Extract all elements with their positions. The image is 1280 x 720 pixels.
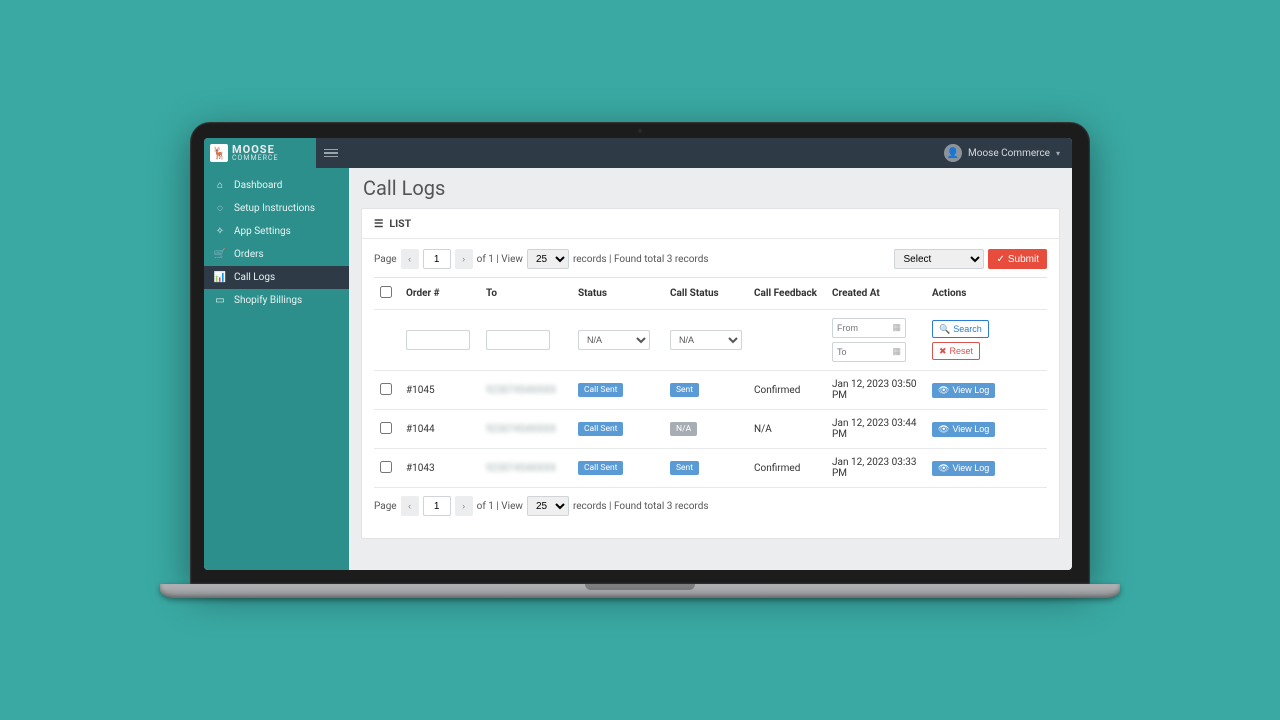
col-status: Status bbox=[572, 278, 664, 310]
status-badge: Call Sent bbox=[578, 383, 623, 397]
sidebar-icon: ✧ bbox=[214, 226, 226, 237]
sidebar-item-dashboard[interactable]: ⌂ Dashboard bbox=[204, 174, 349, 197]
pagination-top: Page ‹ › of 1 | View 25 records | Found … bbox=[374, 249, 1047, 269]
sidebar-item-call-logs[interactable]: 📊 Call Logs bbox=[204, 266, 349, 289]
table-row: #104392307454XXXX Call Sent Sent ConfirmedJ… bbox=[374, 449, 1047, 488]
records-text: records | Found total 3 records bbox=[573, 501, 709, 512]
per-page-select[interactable]: 25 bbox=[527, 496, 569, 516]
cell-to: 92307454XXXX bbox=[480, 449, 572, 488]
filter-order-input[interactable] bbox=[406, 330, 470, 350]
sidebar-icon: ▭ bbox=[214, 295, 226, 306]
cell-created: Jan 12, 2023 03:44 PM bbox=[826, 410, 926, 449]
cell-to: 92307454XXXX bbox=[480, 410, 572, 449]
page-input[interactable] bbox=[423, 249, 451, 269]
page-of-text: of 1 | View bbox=[477, 254, 523, 265]
records-text: records | Found total 3 records bbox=[573, 254, 709, 265]
search-icon: 🔍 bbox=[939, 324, 950, 335]
col-actions: Actions bbox=[926, 278, 1047, 310]
sidebar-icon: 🛒 bbox=[214, 249, 226, 260]
status-badge: Call Sent bbox=[578, 422, 623, 436]
per-page-select[interactable]: 25 bbox=[527, 249, 569, 269]
col-order: Order # bbox=[400, 278, 480, 310]
col-call-status: Call Status bbox=[664, 278, 748, 310]
view-log-button[interactable]: 👁View Log bbox=[932, 461, 995, 476]
sidebar-toggle-button[interactable] bbox=[324, 149, 338, 158]
cell-feedback: Confirmed bbox=[748, 449, 826, 488]
eye-icon: 👁 bbox=[938, 424, 949, 435]
cell-order: #1045 bbox=[400, 371, 480, 410]
select-all-checkbox[interactable] bbox=[380, 286, 392, 298]
pagination-bottom: Page ‹ › of 1 | View 25 records | Found … bbox=[374, 496, 1047, 516]
view-log-button[interactable]: 👁View Log bbox=[932, 383, 995, 398]
next-page-button[interactable]: › bbox=[455, 496, 473, 516]
list-icon: ☰ bbox=[374, 217, 383, 230]
sidebar-icon: ◌ bbox=[214, 203, 226, 214]
col-created-at: Created At bbox=[826, 278, 926, 310]
sidebar-icon: 📊 bbox=[214, 272, 226, 283]
page-title: Call Logs bbox=[349, 168, 1072, 208]
filter-to-input[interactable] bbox=[486, 330, 550, 350]
filter-call-status-select[interactable]: N/A bbox=[670, 330, 742, 350]
sidebar-item-label: Shopify Billings bbox=[234, 295, 302, 306]
bulk-submit-button[interactable]: ✓ Submit bbox=[988, 249, 1047, 269]
bulk-action-select[interactable]: Select bbox=[894, 249, 984, 269]
check-icon: ✓ bbox=[996, 254, 1004, 265]
brand-logo: 🦌 MOOSE COMMERCE bbox=[204, 138, 316, 168]
panel-header: ☰ LIST bbox=[362, 209, 1059, 239]
sidebar: ⌂ Dashboard ◌ Setup Instructions ✧ App Settin… bbox=[204, 168, 349, 570]
page-of-text: of 1 | View bbox=[477, 501, 523, 512]
col-to: To bbox=[480, 278, 572, 310]
chevron-down-icon: ▾ bbox=[1056, 149, 1060, 158]
filter-date-from-input[interactable] bbox=[832, 318, 906, 338]
page-label: Page bbox=[374, 254, 397, 265]
user-name: Moose Commerce bbox=[968, 148, 1050, 159]
cell-to: 92307454XXXX bbox=[480, 371, 572, 410]
reset-button[interactable]: ✖ Reset bbox=[932, 342, 980, 360]
sidebar-item-label: Setup Instructions bbox=[234, 203, 315, 214]
sidebar-item-app-settings[interactable]: ✧ App Settings bbox=[204, 220, 349, 243]
sidebar-item-shopify-billings[interactable]: ▭ Shopify Billings bbox=[204, 289, 349, 312]
prev-page-button[interactable]: ‹ bbox=[401, 249, 419, 269]
sidebar-item-orders[interactable]: 🛒 Orders bbox=[204, 243, 349, 266]
prev-page-button[interactable]: ‹ bbox=[401, 496, 419, 516]
col-call-feedback: Call Feedback bbox=[748, 278, 826, 310]
sidebar-item-label: App Settings bbox=[234, 226, 291, 237]
moose-icon: 🦌 bbox=[210, 144, 228, 162]
cell-order: #1043 bbox=[400, 449, 480, 488]
search-button[interactable]: 🔍 Search bbox=[932, 320, 989, 338]
view-log-button[interactable]: 👁View Log bbox=[932, 422, 995, 437]
cell-feedback: N/A bbox=[748, 410, 826, 449]
status-badge: Call Sent bbox=[578, 461, 623, 475]
close-icon: ✖ bbox=[939, 346, 947, 357]
table-row: #104492307454XXXXCall SentN/AN/AJan 12, … bbox=[374, 410, 1047, 449]
call-status-badge: N/A bbox=[670, 422, 697, 436]
page-label: Page bbox=[374, 501, 397, 512]
sidebar-item-label: Orders bbox=[234, 249, 264, 260]
eye-icon: 👁 bbox=[938, 463, 949, 474]
page-input[interactable] bbox=[423, 496, 451, 516]
sidebar-item-label: Dashboard bbox=[234, 180, 282, 191]
user-menu[interactable]: 👤 Moose Commerce ▾ bbox=[944, 144, 1060, 162]
sidebar-item-label: Call Logs bbox=[234, 272, 275, 283]
call-status-badge: Sent bbox=[670, 383, 699, 397]
sidebar-item-setup-instructions[interactable]: ◌ Setup Instructions bbox=[204, 197, 349, 220]
panel-title: LIST bbox=[389, 217, 411, 230]
row-checkbox[interactable] bbox=[380, 383, 392, 395]
table-row: #104592307454XXXX Call Sent Sent ConfirmedJ… bbox=[374, 371, 1047, 410]
cell-created: Jan 12, 2023 03:33 PM bbox=[826, 449, 926, 488]
user-avatar-icon: 👤 bbox=[944, 144, 962, 162]
row-checkbox[interactable] bbox=[380, 422, 392, 434]
cell-order: #1044 bbox=[400, 410, 480, 449]
filter-status-select[interactable]: N/A bbox=[578, 330, 650, 350]
cell-created: Jan 12, 2023 03:50 PM bbox=[826, 371, 926, 410]
row-checkbox[interactable] bbox=[380, 461, 392, 473]
sidebar-icon: ⌂ bbox=[214, 180, 226, 191]
eye-icon: 👁 bbox=[938, 385, 949, 396]
cell-feedback: Confirmed bbox=[748, 371, 826, 410]
next-page-button[interactable]: › bbox=[455, 249, 473, 269]
filter-date-to-input[interactable] bbox=[832, 342, 906, 362]
call-logs-table: Order # To Status Call Status Call Feedb… bbox=[374, 277, 1047, 488]
call-status-badge: Sent bbox=[670, 461, 699, 475]
brand-line2: COMMERCE bbox=[232, 155, 278, 162]
